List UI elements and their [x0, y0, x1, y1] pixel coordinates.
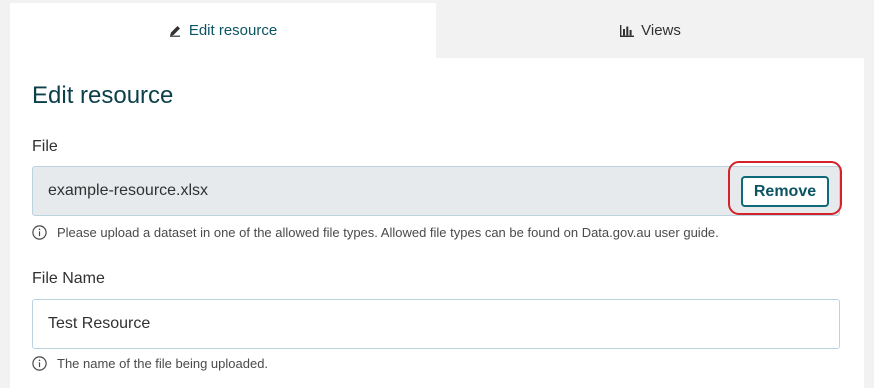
tab-edit-resource[interactable]: Edit resource — [10, 3, 436, 58]
file-field: example-resource.xlsx Remove — [32, 166, 840, 216]
file-name-hint-text: The name of the file being uploaded. — [57, 356, 269, 371]
remove-button[interactable]: Remove — [741, 176, 829, 207]
edit-resource-panel: Edit resource File example-resource.xlsx… — [10, 58, 864, 388]
file-label: File — [32, 138, 58, 155]
tab-bar: Edit resource Views — [10, 3, 865, 58]
file-name-value: example-resource.xlsx — [48, 182, 209, 199]
pencil-icon — [169, 26, 180, 37]
info-icon — [32, 356, 47, 371]
file-name-hint: The name of the file being uploaded. — [32, 356, 268, 371]
info-icon — [32, 225, 47, 240]
file-hint: Please upload a dataset in one of the al… — [32, 225, 719, 240]
tab-label: Views — [641, 22, 681, 39]
tab-views[interactable]: Views — [436, 3, 865, 58]
bar-chart-icon — [620, 24, 635, 37]
file-hint-text: Please upload a dataset in one of the al… — [57, 225, 719, 240]
file-name-input[interactable] — [32, 299, 840, 349]
tab-label: Edit resource — [188, 22, 278, 39]
page-title: Edit resource — [32, 82, 174, 109]
file-name-label: File Name — [32, 270, 105, 287]
